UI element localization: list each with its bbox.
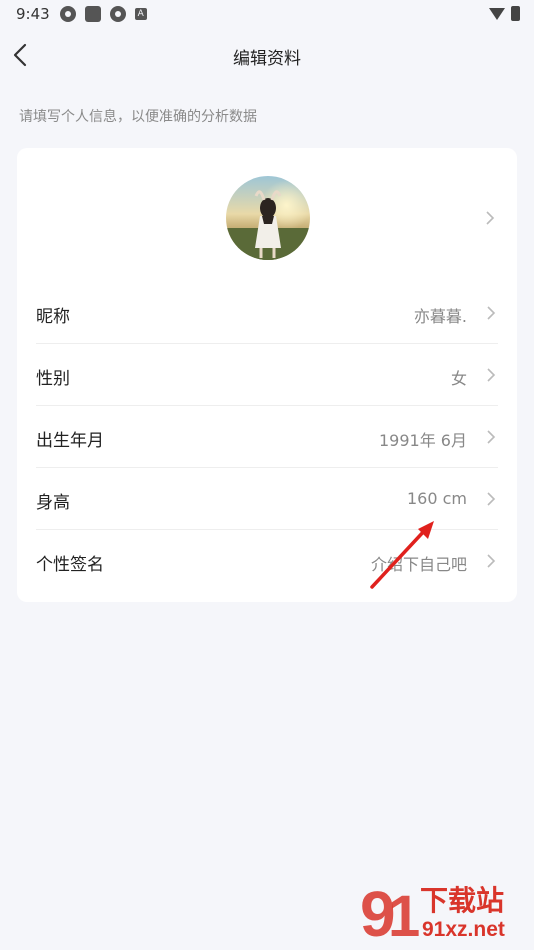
notification-icon [84, 6, 101, 22]
watermark-main: 下载站 [420, 884, 504, 917]
nickname-row[interactable]: 昵称 亦暮暮. [36, 282, 498, 344]
chevron-right-icon [487, 430, 496, 444]
battery-icon [511, 6, 520, 21]
row-label: 性别 [36, 369, 70, 389]
row-label: 身高 [36, 493, 70, 513]
notification-icon [109, 6, 126, 22]
info-hint: 请填写个人信息，以便准确的分析数据 [19, 109, 257, 125]
notification-letter-icon: A [134, 8, 147, 20]
avatar-row[interactable] [17, 148, 517, 288]
page-title: 编辑资料 [233, 49, 301, 69]
status-bar: 9:43 A [0, 0, 534, 28]
row-label: 昵称 [36, 307, 70, 327]
site-watermark: 9 1 下载站 91xz.net [360, 878, 505, 944]
row-label: 个性签名 [36, 555, 104, 575]
header: 编辑资料 [0, 34, 534, 76]
gender-value: 女 [450, 369, 467, 388]
watermark-sub: 91xz.net [422, 918, 505, 941]
avatar [226, 176, 310, 260]
height-value: 160 cm [406, 489, 467, 508]
gender-row[interactable]: 性别 女 [36, 344, 498, 406]
row-label: 出生年月 [36, 431, 104, 451]
status-time: 9:43 [16, 5, 50, 23]
chevron-right-icon [487, 554, 496, 568]
birthdate-value: 1991年 6月 [379, 431, 467, 450]
nickname-value: 亦暮暮. [413, 307, 467, 326]
chevron-right-icon [487, 492, 496, 506]
chevron-right-icon [487, 368, 496, 382]
chevron-right-icon [487, 306, 496, 320]
svg-text:1: 1 [388, 884, 420, 944]
annotation-arrow [370, 521, 434, 589]
birthdate-row[interactable]: 出生年月 1991年 6月 [36, 406, 498, 468]
wifi-icon [489, 7, 505, 20]
notification-icon [59, 6, 76, 22]
chevron-right-icon [486, 211, 495, 225]
